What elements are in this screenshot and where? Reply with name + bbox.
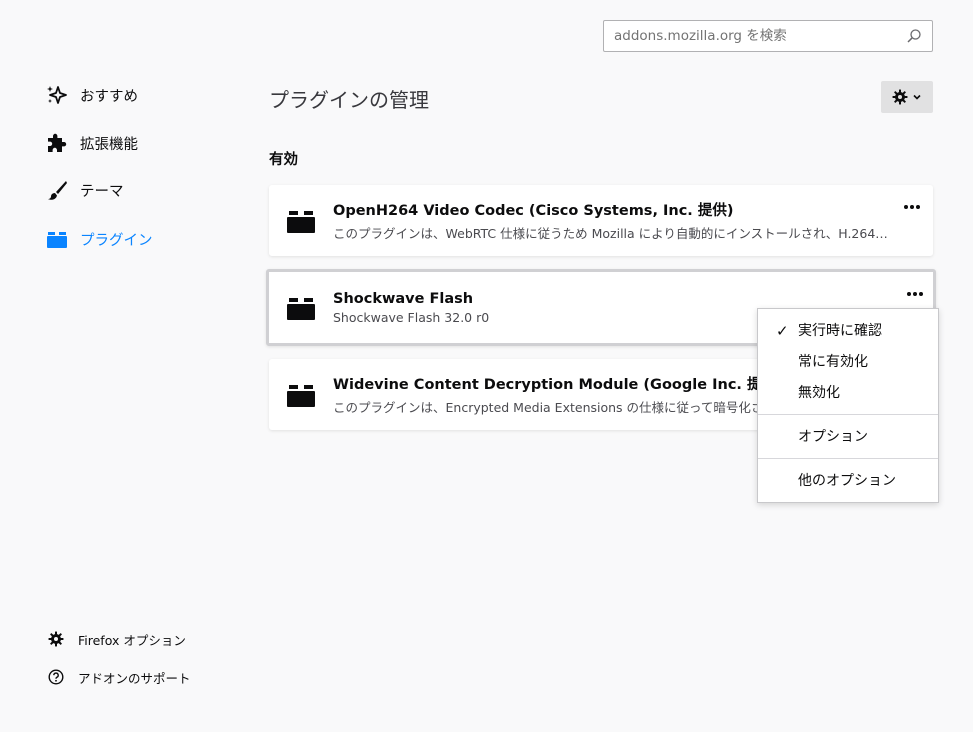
chevron-down-icon bbox=[913, 94, 921, 100]
puzzle-icon bbox=[46, 132, 68, 154]
menu-separator bbox=[758, 458, 938, 459]
search-box[interactable] bbox=[603, 20, 933, 52]
plugin-icon bbox=[287, 210, 315, 233]
footer-item-label: Firefox オプション bbox=[78, 632, 186, 648]
page-title: プラグインの管理 bbox=[269, 88, 429, 112]
menu-item-never-activate[interactable]: 無効化 bbox=[758, 378, 938, 406]
sidebar-item-extensions[interactable]: 拡張機能 bbox=[46, 130, 138, 156]
tools-menu-button[interactable] bbox=[881, 81, 933, 113]
plugin-options-menu: ✓ 実行時に確認 常に有効化 無効化 オプション 他のオプション bbox=[757, 308, 939, 503]
search-input[interactable] bbox=[614, 28, 906, 44]
menu-item-label: 無効化 bbox=[798, 385, 840, 401]
menu-item-label: 他のオプション bbox=[798, 473, 896, 489]
section-heading-enabled: 有効 bbox=[269, 152, 298, 168]
menu-item-more-options[interactable]: 他のオプション bbox=[758, 466, 938, 494]
addon-support-link[interactable]: アドオンのサポート bbox=[48, 667, 191, 687]
sidebar-item-label: おすすめ bbox=[80, 88, 138, 105]
ellipsis-icon bbox=[904, 205, 920, 209]
help-icon bbox=[48, 669, 64, 685]
plugin-icon bbox=[287, 384, 315, 407]
sparkle-icon bbox=[46, 84, 68, 106]
menu-item-label: 常に有効化 bbox=[798, 354, 868, 370]
more-options-button[interactable] bbox=[901, 197, 923, 217]
sidebar-item-themes[interactable]: テーマ bbox=[46, 177, 124, 203]
sidebar-item-label: プラグイン bbox=[80, 232, 153, 249]
plugin-description: このプラグインは、WebRTC 仕様に従うため Mozilla により自動的にイ… bbox=[333, 226, 888, 241]
more-options-button[interactable] bbox=[904, 284, 926, 304]
brush-icon bbox=[46, 179, 68, 201]
plugin-icon bbox=[46, 228, 68, 250]
menu-item-label: オプション bbox=[798, 429, 868, 445]
menu-item-ask-to-activate[interactable]: ✓ 実行時に確認 bbox=[758, 316, 938, 344]
menu-item-label: 実行時に確認 bbox=[798, 323, 882, 339]
menu-item-options[interactable]: オプション bbox=[758, 422, 938, 450]
firefox-options-link[interactable]: Firefox オプション bbox=[48, 629, 186, 649]
plugin-icon bbox=[287, 297, 315, 320]
ellipsis-icon bbox=[907, 292, 923, 296]
plugin-name: OpenH264 Video Codec (Cisco Systems, Inc… bbox=[333, 203, 734, 219]
footer-item-label: アドオンのサポート bbox=[78, 670, 191, 686]
gear-icon bbox=[892, 89, 908, 105]
sidebar-item-label: 拡張機能 bbox=[80, 136, 138, 153]
gear-icon bbox=[48, 631, 64, 647]
search-icon[interactable] bbox=[906, 28, 922, 44]
plugin-card-openh264[interactable]: OpenH264 Video Codec (Cisco Systems, Inc… bbox=[269, 185, 933, 256]
sidebar-item-label: テーマ bbox=[80, 183, 124, 200]
menu-separator bbox=[758, 414, 938, 415]
plugin-name: Shockwave Flash bbox=[333, 290, 474, 307]
checkmark-icon: ✓ bbox=[776, 322, 789, 340]
sidebar-item-plugins[interactable]: プラグイン bbox=[46, 226, 153, 252]
menu-item-always-activate[interactable]: 常に有効化 bbox=[758, 347, 938, 375]
sidebar-item-recommendations[interactable]: おすすめ bbox=[46, 82, 138, 108]
